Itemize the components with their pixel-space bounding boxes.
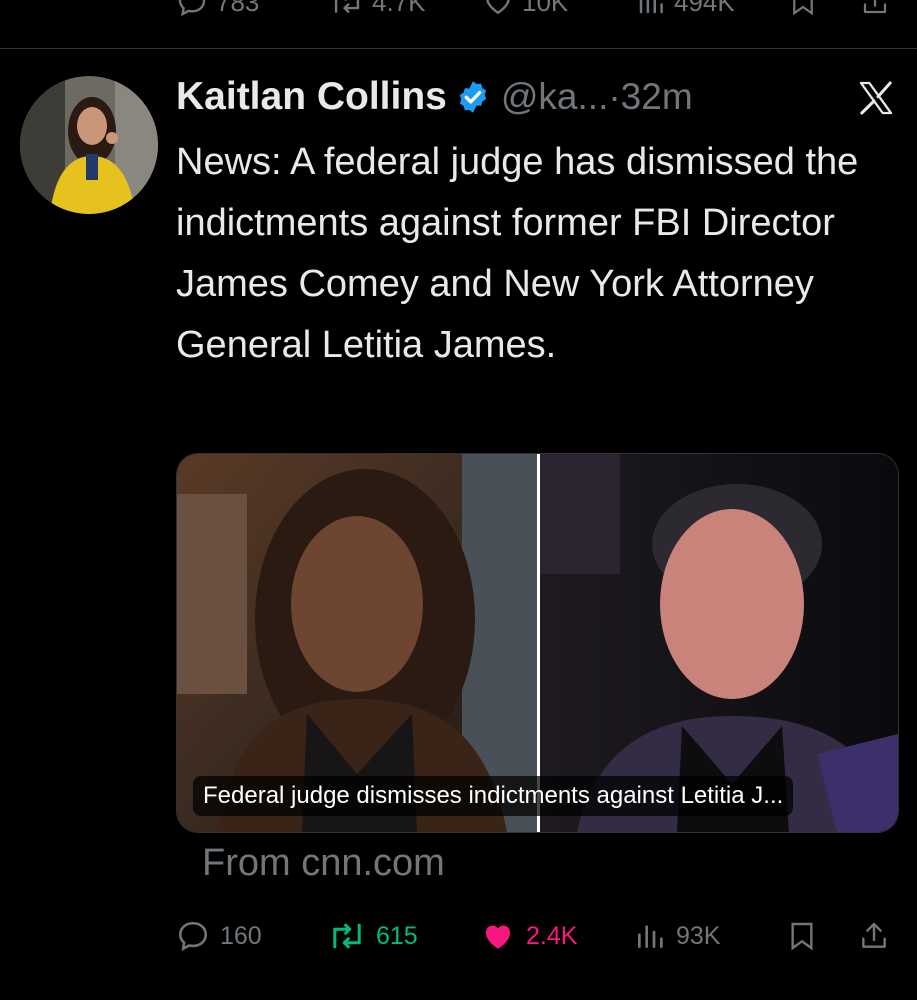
share-icon [862, 922, 886, 948]
repost-button[interactable]: 615 [328, 914, 418, 958]
author-handle-time[interactable]: @ka...·32m [501, 76, 693, 118]
card-source[interactable]: From cnn.com [202, 842, 445, 885]
tweet-actions: 160 615 2.4K 93K [0, 914, 917, 958]
repost-count: 615 [376, 921, 418, 950]
reply-icon [178, 921, 208, 952]
prev-reply-button[interactable]: 783 [176, 0, 259, 18]
bookmark-icon [791, 922, 813, 951]
tweet-header: Kaitlan Collins @ka...·32m [176, 72, 693, 122]
heart-icon [485, 925, 511, 949]
repost-icon [333, 923, 361, 949]
prev-like-button[interactable]: 10K [482, 0, 568, 18]
views-icon [638, 925, 663, 948]
avatar[interactable] [20, 76, 158, 214]
views-count: 93K [676, 921, 721, 950]
prev-bookmark-button[interactable] [788, 0, 818, 18]
views-icon [639, 0, 663, 14]
previous-tweet-actions: 783 4.7K 10K 494K [0, 0, 917, 20]
card-caption: Federal judge dismisses indictments agai… [193, 776, 794, 816]
prev-views-count: 494K [674, 0, 735, 17]
like-button[interactable]: 2.4K [480, 914, 577, 958]
link-card[interactable]: Federal judge dismisses indictments agai… [176, 453, 899, 833]
share-icon [863, 0, 887, 14]
share-button[interactable] [858, 914, 890, 958]
prev-views-button[interactable]: 494K [636, 0, 735, 18]
prev-repost-count: 4.7K [372, 0, 426, 17]
prev-share-button[interactable] [860, 0, 890, 18]
x-logo-icon[interactable] [856, 78, 896, 118]
heart-icon [486, 0, 510, 15]
bookmark-icon [793, 0, 813, 16]
prev-like-count: 10K [522, 0, 569, 17]
repost-icon [334, 0, 360, 13]
reply-button[interactable]: 160 [176, 914, 262, 958]
bookmark-button[interactable] [786, 914, 818, 958]
like-count: 2.4K [526, 921, 578, 950]
verified-badge-icon [459, 81, 487, 113]
tweet-divider [0, 48, 917, 49]
reply-count: 160 [220, 921, 262, 950]
prev-repost-button[interactable]: 4.7K [330, 0, 426, 18]
tweet-text: News: A federal judge has dismissed the … [176, 141, 859, 366]
author-name[interactable]: Kaitlan Collins [176, 75, 447, 119]
reply-icon [178, 0, 206, 17]
views-button[interactable]: 93K [634, 914, 720, 958]
prev-reply-count: 783 [216, 0, 260, 17]
